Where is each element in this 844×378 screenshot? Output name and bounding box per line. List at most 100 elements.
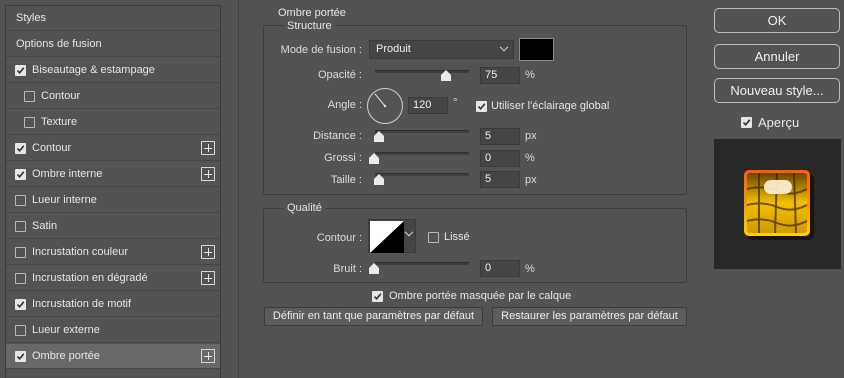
knockout-checkbox[interactable]: Ombre portée masquée par le calque <box>372 290 571 302</box>
ok-button[interactable]: OK <box>714 8 840 33</box>
effect-checkbox[interactable] <box>15 142 26 154</box>
angle-dial-needle-icon <box>374 93 387 108</box>
opacity-slider-handle[interactable] <box>440 70 451 81</box>
noise-slider-track[interactable] <box>375 262 469 265</box>
add-effect-plus-icon[interactable] <box>201 271 215 285</box>
opacity-input[interactable]: 75 <box>480 67 520 84</box>
effect-item-styles[interactable]: Styles <box>6 6 220 31</box>
quality-legend: Qualité <box>284 202 325 214</box>
size-unit: px <box>525 174 537 186</box>
effect-checkbox[interactable] <box>15 350 26 362</box>
distance-input[interactable]: 5 <box>480 128 520 145</box>
effect-checkbox[interactable] <box>15 272 26 284</box>
effect-checkbox[interactable] <box>15 246 26 258</box>
preview-check-icon <box>741 117 752 128</box>
add-effect-plus-icon[interactable] <box>201 245 215 259</box>
effect-item-label: Styles <box>16 12 46 24</box>
effect-item-incrustation-de-motif[interactable]: Incrustation de motif <box>6 292 220 317</box>
effect-item-label: Biseautage & estampage <box>32 64 155 76</box>
effect-item-ombre-interne[interactable]: Ombre interne <box>6 162 220 187</box>
size-input[interactable]: 5 <box>480 171 520 188</box>
effect-item-contour[interactable]: Contour <box>6 136 220 161</box>
effect-checkbox[interactable] <box>15 324 26 336</box>
size-slider-track[interactable] <box>375 173 469 176</box>
antialias-label: Lissé <box>444 231 470 243</box>
distance-unit: px <box>525 130 537 142</box>
angle-input[interactable]: 120 <box>408 97 448 114</box>
structure-legend: Structure <box>284 20 335 32</box>
distance-slider-handle[interactable] <box>374 131 384 142</box>
cancel-button[interactable]: Annuler <box>714 44 840 69</box>
effect-checkbox[interactable] <box>15 168 26 180</box>
opacity-slider-track[interactable] <box>375 70 469 73</box>
global-light-check-icon <box>476 100 487 112</box>
spread-unit: % <box>525 152 535 164</box>
effect-item-incrustation-en-d-grad[interactable]: Incrustation en dégradé <box>6 266 220 291</box>
contour-label: Contour : <box>316 232 362 244</box>
knockout-check-icon <box>372 290 383 302</box>
noise-label: Bruit : <box>333 263 362 275</box>
noise-unit: % <box>525 263 535 275</box>
contour-curve-icon <box>370 221 404 253</box>
effect-item-label: Contour <box>41 90 81 102</box>
effect-checkbox[interactable] <box>24 90 35 102</box>
angle-dial[interactable] <box>367 88 403 124</box>
effects-list: Styles Options de fusion Biseautage & esta… <box>5 5 221 378</box>
set-default-button[interactable]: Définir en tant que paramètres par défau… <box>264 307 483 326</box>
distance-slider-track[interactable] <box>375 130 469 133</box>
noise-input[interactable]: 0 <box>480 260 520 277</box>
effect-item-lueur-externe[interactable]: Lueur externe <box>6 318 220 343</box>
chevron-down-icon <box>499 42 509 52</box>
chevron-down-icon <box>404 227 414 237</box>
style-preview <box>714 139 841 269</box>
opacity-unit: % <box>525 69 535 81</box>
effect-item-texture[interactable]: Texture <box>6 110 220 135</box>
effect-checkbox[interactable] <box>15 64 26 76</box>
effect-item-options-de-fusion[interactable]: Options de fusion <box>6 32 220 57</box>
effect-item-satin[interactable]: Satin <box>6 214 220 239</box>
size-label: Taille : <box>330 174 362 186</box>
spread-input[interactable]: 0 <box>480 150 520 167</box>
add-effect-plus-icon[interactable] <box>201 167 215 181</box>
shadow-color-swatch[interactable] <box>519 38 554 61</box>
panel-title: Ombre portée <box>278 7 346 19</box>
effect-item-label: Contour <box>32 142 72 154</box>
contour-picker[interactable] <box>368 219 416 253</box>
global-light-label: Utiliser l'éclairage global <box>491 100 610 112</box>
global-light-checkbox[interactable]: Utiliser l'éclairage global <box>476 100 609 112</box>
panel-divider <box>238 0 239 378</box>
add-effect-plus-icon[interactable] <box>201 141 215 155</box>
effect-item-label: Texture <box>41 116 78 128</box>
blend-mode-select[interactable]: Produit <box>369 40 514 59</box>
effect-item-ombre-port-e[interactable]: Ombre portée <box>6 344 220 369</box>
effect-item-label: Lueur interne <box>32 194 97 206</box>
knockout-label: Ombre portée masquée par le calque <box>389 290 572 302</box>
effect-item-incrustation-couleur[interactable]: Incrustation couleur <box>6 240 220 265</box>
effect-checkbox[interactable] <box>15 298 26 310</box>
angle-unit: ° <box>453 97 458 109</box>
spread-slider-track[interactable] <box>375 152 469 155</box>
effect-checkbox[interactable] <box>15 194 26 206</box>
spread-label: Grossi : <box>324 152 362 164</box>
size-slider-handle[interactable] <box>374 174 384 185</box>
distance-label: Distance : <box>313 130 362 142</box>
effect-item-lueur-interne[interactable]: Lueur interne <box>6 188 220 213</box>
preview-checkbox[interactable]: Aperçu <box>741 115 799 130</box>
effect-checkbox[interactable] <box>24 116 35 128</box>
reset-default-button[interactable]: Restaurer les paramètres par défaut <box>492 307 687 326</box>
spread-slider-handle[interactable] <box>369 153 379 164</box>
effect-checkbox[interactable] <box>15 220 26 232</box>
effect-item-label: Ombre portée <box>32 350 100 362</box>
preview-thumbnail-image <box>744 170 814 240</box>
effect-item-biseautage-estampage[interactable]: Biseautage & estampage <box>6 58 220 83</box>
noise-slider-handle[interactable] <box>369 263 379 274</box>
preview-label: Aperçu <box>758 115 800 130</box>
antialias-check-icon <box>428 231 439 243</box>
add-effect-plus-icon[interactable] <box>201 349 215 363</box>
effect-item-label: Ombre interne <box>32 168 103 180</box>
effect-item-label: Incrustation couleur <box>32 246 128 258</box>
new-style-button[interactable]: Nouveau style... <box>714 78 840 103</box>
opacity-label: Opacité : <box>317 69 362 81</box>
antialias-checkbox[interactable]: Lissé <box>428 231 470 243</box>
effect-item-contour[interactable]: Contour <box>6 84 220 109</box>
